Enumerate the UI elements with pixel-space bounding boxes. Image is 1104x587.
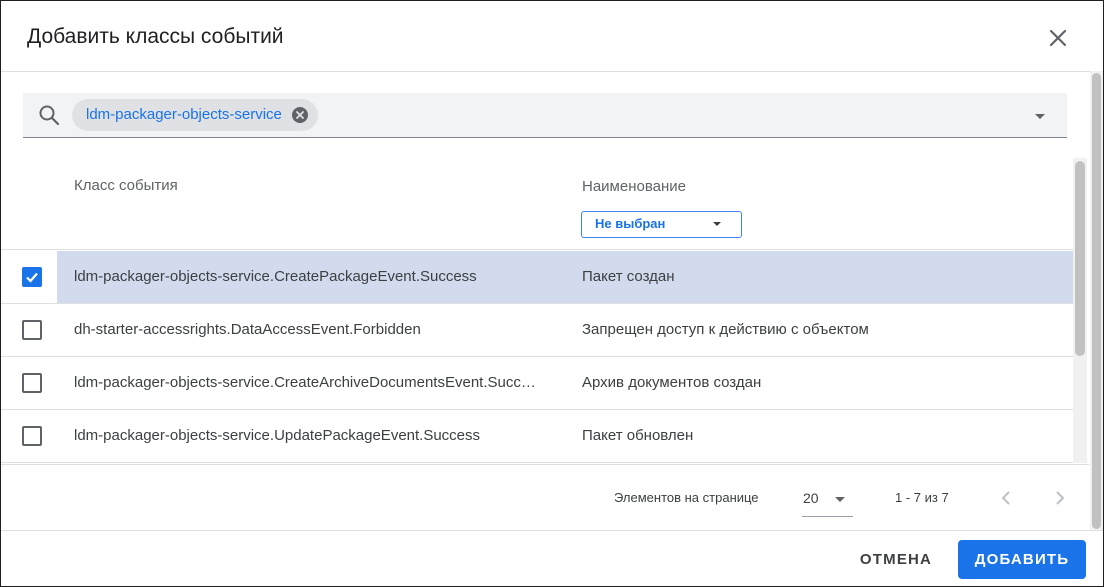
table-scrollbar[interactable] — [1073, 158, 1087, 463]
chip-remove-icon[interactable] — [291, 106, 309, 124]
name-cell: Пакет обновлен — [582, 427, 694, 444]
items-per-page-select[interactable]: 20 — [802, 483, 853, 517]
add-event-classes-dialog: Добавить классы событий ldm-packager-obj… — [0, 0, 1104, 587]
dialog-actions: ОТМЕНА ДОБАВИТЬ — [1, 530, 1103, 586]
header-divider — [1, 249, 1073, 250]
chevron-down-icon — [835, 497, 845, 502]
row-checkbox[interactable] — [22, 320, 42, 340]
cancel-button[interactable]: ОТМЕНА — [847, 541, 945, 577]
add-button[interactable]: ДОБАВИТЬ — [958, 540, 1086, 579]
column-header-name: Наименование — [582, 178, 686, 195]
check-icon — [26, 272, 38, 283]
next-page-button[interactable] — [1049, 487, 1071, 509]
dialog-scrollbar-thumb[interactable] — [1092, 73, 1101, 529]
dialog-scrollbar[interactable] — [1090, 71, 1103, 531]
table-row[interactable]: ldm-packager-objects-service.CreatePacka… — [1, 251, 1073, 304]
name-filter-value: Не выбран — [595, 216, 666, 231]
event-class-cell: dh-starter-accessrights.DataAccessEvent.… — [74, 321, 421, 338]
column-header-event-class: Класс события — [74, 177, 178, 194]
filter-chip: ldm-packager-objects-service — [72, 99, 318, 131]
table-row[interactable]: dh-starter-accessrights.DataAccessEvent.… — [1, 304, 1073, 357]
chevron-left-icon — [1001, 491, 1010, 505]
close-icon — [1049, 29, 1067, 47]
items-per-page-label: Элементов на странице — [614, 490, 759, 505]
row-checkbox[interactable] — [22, 267, 42, 287]
event-class-cell: ldm-packager-objects-service.CreateArchi… — [74, 374, 544, 391]
event-class-search[interactable]: ldm-packager-objects-service — [23, 93, 1067, 138]
search-dropdown-icon[interactable] — [1030, 106, 1050, 126]
chevron-down-icon — [713, 222, 721, 226]
event-classes-table: Класс события Наименование Не выбран ldm… — [1, 141, 1073, 463]
filter-chip-label: ldm-packager-objects-service — [86, 106, 282, 123]
row-checkbox[interactable] — [22, 373, 42, 393]
name-cell: Запрещен доступ к действию с объектом — [582, 321, 869, 338]
dialog-header: Добавить классы событий — [1, 1, 1103, 72]
table-row[interactable]: ldm-packager-objects-service.UpdatePacka… — [1, 410, 1073, 463]
name-filter-select[interactable]: Не выбран — [581, 211, 742, 238]
items-per-page-value: 20 — [803, 490, 819, 506]
event-class-cell: ldm-packager-objects-service.UpdatePacka… — [74, 427, 481, 444]
paginator: Элементов на странице 20 1 - 7 из 7 — [1, 464, 1089, 531]
search-icon — [39, 105, 60, 126]
name-cell: Пакет создан — [582, 268, 675, 285]
name-cell: Архив документов создан — [582, 374, 762, 391]
dialog-title: Добавить классы событий — [27, 25, 284, 48]
table-row[interactable]: ldm-packager-objects-service.CreateArchi… — [1, 357, 1073, 410]
event-class-cell: ldm-packager-objects-service.CreatePacka… — [74, 268, 477, 285]
previous-page-button[interactable] — [995, 487, 1017, 509]
chevron-right-icon — [1056, 491, 1065, 505]
close-button[interactable] — [1043, 23, 1073, 53]
row-checkbox[interactable] — [22, 426, 42, 446]
page-range-label: 1 - 7 из 7 — [895, 490, 949, 505]
table-scrollbar-thumb[interactable] — [1075, 161, 1085, 356]
